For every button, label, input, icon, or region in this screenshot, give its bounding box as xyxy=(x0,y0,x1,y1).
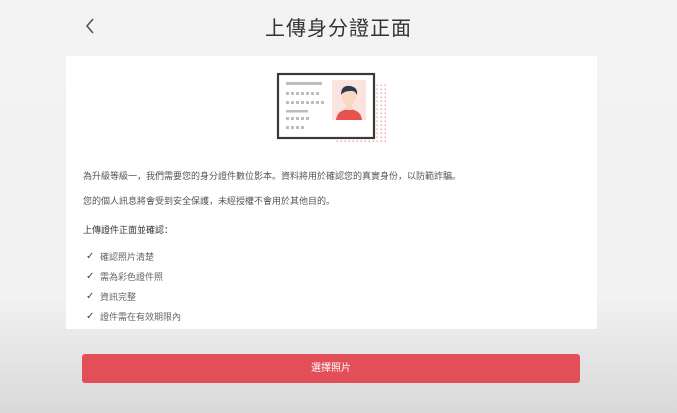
choose-photo-button[interactable]: 選擇照片 xyxy=(82,354,580,383)
checkmark-icon: ✓ xyxy=(86,310,95,322)
list-item: ✓ 確認照片清楚 xyxy=(86,246,181,266)
id-card-illustration xyxy=(276,72,386,144)
checkmark-icon: ✓ xyxy=(86,250,95,262)
list-item-label: 資訊完整 xyxy=(100,292,137,303)
page-title: 上傳身分證正面 xyxy=(265,16,412,40)
checkmark-icon: ✓ xyxy=(86,270,95,282)
list-item: ✓ 需為彩色證件照 xyxy=(86,266,181,286)
list-item: ✓ 證件需在有效期限內 xyxy=(86,306,181,326)
list-item-label: 需為彩色證件照 xyxy=(100,272,164,283)
description-paragraph-1: 為升級等級一，我們需要您的身分證件數位影本。資料將用於確認您的真實身份，以防範詐… xyxy=(83,172,462,182)
requirements-checklist: ✓ 確認照片清楚 ✓ 需為彩色證件照 ✓ 資訊完整 ✓ 證件需在有效期限內 xyxy=(86,246,181,326)
checkmark-icon: ✓ xyxy=(86,290,95,302)
header-bar: 上傳身分證正面 xyxy=(0,0,677,54)
description-paragraph-2: 您的個人訊息將會受到安全保護，未經授權不會用於其他目的。 xyxy=(83,197,336,207)
content-card: 為升級等級一，我們需要您的身分證件數位影本。資料將用於確認您的真實身份，以防範詐… xyxy=(66,56,597,329)
checklist-title: 上傳證件正面並確認： xyxy=(83,226,174,236)
list-item-label: 證件需在有效期限內 xyxy=(100,312,182,323)
list-item-label: 確認照片清楚 xyxy=(100,252,155,263)
list-item: ✓ 資訊完整 xyxy=(86,286,181,306)
